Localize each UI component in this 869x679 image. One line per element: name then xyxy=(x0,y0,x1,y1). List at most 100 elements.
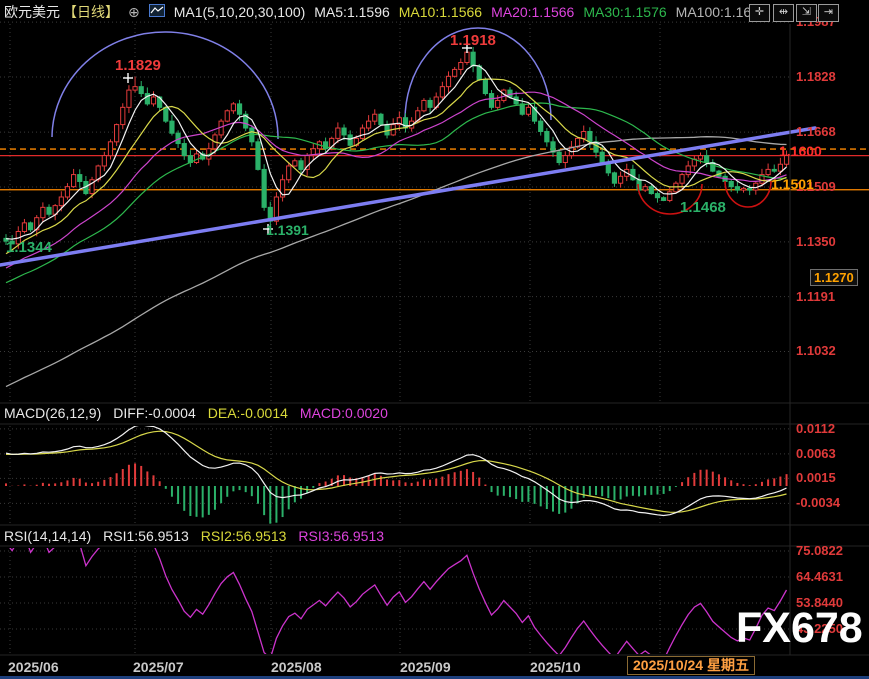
candle xyxy=(508,90,512,97)
candle xyxy=(164,107,168,121)
ma20-value: MA20:1.1566 xyxy=(491,4,574,20)
candle xyxy=(145,94,149,104)
candles xyxy=(4,46,789,249)
price-axis-label: 1.1828 xyxy=(796,69,858,84)
candle xyxy=(680,175,684,184)
candle xyxy=(342,128,346,135)
rsi2-value: RSI2:56.9513 xyxy=(201,528,287,544)
candle xyxy=(133,87,137,90)
rsi1-value: RSI1:56.9513 xyxy=(103,528,189,544)
candle xyxy=(686,166,690,175)
candle xyxy=(489,94,493,108)
x-axis-month-label: 2025/08 xyxy=(271,659,322,675)
candle xyxy=(59,197,63,206)
macd-axis-label: 0.0112 xyxy=(796,421,858,436)
candle xyxy=(28,223,32,230)
symbol-name: 欧元美元 xyxy=(4,2,60,22)
crosshair-icon[interactable]: ✛ xyxy=(749,4,770,22)
ma5-value: MA5:1.1596 xyxy=(314,4,390,20)
chart-annotation-1.1344: 1.1344 xyxy=(6,239,52,256)
price-tag-1.1501: 1.1501 xyxy=(771,176,814,192)
candle xyxy=(385,125,389,135)
fit-width-icon[interactable]: ⇹ xyxy=(773,4,794,22)
candle xyxy=(360,128,364,138)
candle xyxy=(459,63,463,70)
candle xyxy=(748,188,752,190)
x-axis-month-label: 2025/06 xyxy=(8,659,59,675)
price-axis-label: 1.1668 xyxy=(796,124,858,139)
candle xyxy=(139,87,143,94)
candle xyxy=(662,198,666,201)
macd-info-row: MACD(26,12,9) DIFF:-0.0004 DEA:-0.0014 M… xyxy=(4,405,388,421)
candle xyxy=(496,100,500,107)
candle xyxy=(453,69,457,76)
candle xyxy=(619,176,623,183)
candle xyxy=(735,187,739,190)
price-axis-label: 1.1350 xyxy=(796,234,858,249)
candle xyxy=(729,181,733,186)
candle xyxy=(563,156,567,163)
candle xyxy=(643,187,647,190)
candle xyxy=(293,161,297,166)
rsi-title: RSI(14,14,14) xyxy=(4,528,91,544)
candle xyxy=(108,142,112,156)
candle xyxy=(741,188,745,190)
chart-type-icon[interactable] xyxy=(149,4,165,20)
ma-settings-label: MA1(5,10,20,30,100) xyxy=(174,4,306,20)
go-to-latest-icon[interactable]: ⇥ xyxy=(818,4,839,22)
candle xyxy=(102,156,106,166)
candle xyxy=(231,104,235,111)
price-tag-1.1270: 1.1270 xyxy=(810,269,858,286)
price-axis-label: 1.1191 xyxy=(796,289,858,304)
candle xyxy=(262,169,266,207)
candle xyxy=(287,166,291,180)
candle xyxy=(545,131,549,141)
candle xyxy=(115,125,119,142)
x-axis-month-label: 2025/07 xyxy=(133,659,184,675)
candle xyxy=(772,169,776,171)
candle xyxy=(170,121,174,133)
chart-annotation-1.1918: 1.1918 xyxy=(450,32,496,49)
macd-diff-value: DIFF:-0.0004 xyxy=(113,405,195,421)
chart-annotation-1.1468: 1.1468 xyxy=(680,199,726,216)
candle xyxy=(348,135,352,145)
candle xyxy=(299,161,303,170)
candle xyxy=(483,80,487,94)
candle xyxy=(336,128,340,138)
scale-axis-icon[interactable]: ⇲ xyxy=(796,4,817,22)
ma30-value: MA30:1.1576 xyxy=(583,4,666,20)
macd-panel xyxy=(6,425,787,524)
candle xyxy=(428,100,432,107)
candle xyxy=(78,175,82,182)
ma100-line xyxy=(6,137,787,387)
candle xyxy=(674,183,678,192)
candle xyxy=(631,169,635,179)
candle xyxy=(668,192,672,201)
candle xyxy=(47,207,51,214)
candle xyxy=(465,52,469,62)
candle xyxy=(422,100,426,110)
macd-axis-label: -0.0034 xyxy=(796,495,858,510)
cross-marker-1 xyxy=(123,73,133,83)
candle xyxy=(526,107,530,114)
macd-dea-value: DEA:-0.0014 xyxy=(208,405,288,421)
candle xyxy=(582,131,586,138)
x-axis-month-label: 2025/09 xyxy=(400,659,451,675)
chart-annotation-1.1391: 1.1391 xyxy=(266,222,309,238)
candle xyxy=(22,223,26,232)
candle xyxy=(655,194,659,198)
candle xyxy=(766,169,770,174)
period-label: 【日线】 xyxy=(63,2,119,22)
price-tag-1.1600: 1.1600 xyxy=(779,143,822,159)
rsi-axis-label: 64.4631 xyxy=(796,569,858,584)
candle xyxy=(72,175,76,187)
candle xyxy=(65,187,69,197)
candle xyxy=(557,152,561,162)
watermark-logo: FX678 xyxy=(736,604,863,653)
price-chart-canvas[interactable] xyxy=(0,0,869,679)
candle xyxy=(698,156,702,159)
macd-title: MACD(26,12,9) xyxy=(4,405,101,421)
candle xyxy=(367,121,371,128)
candle xyxy=(440,87,444,97)
add-indicator-icon[interactable]: ⊕ xyxy=(128,4,140,21)
